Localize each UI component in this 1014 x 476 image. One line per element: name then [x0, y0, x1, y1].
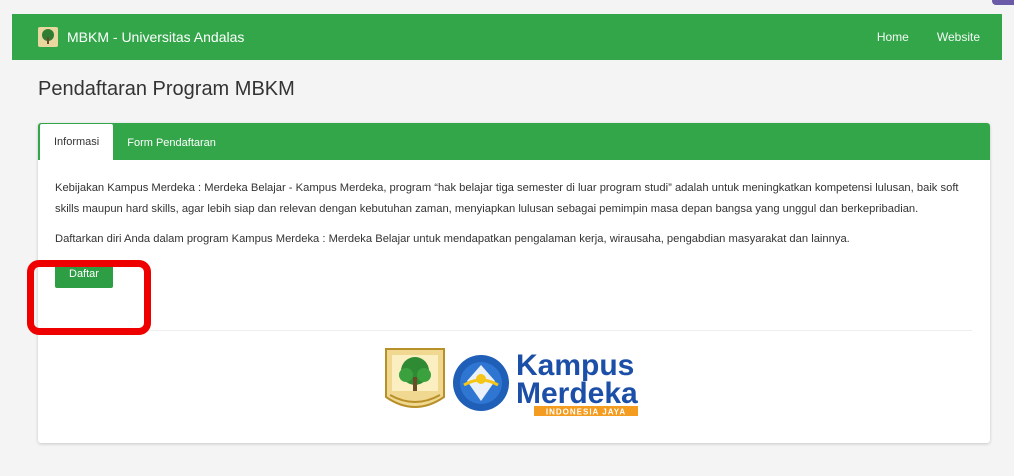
university-logo-icon	[37, 26, 59, 48]
corner-accent	[992, 0, 1014, 5]
merdeka-wordmark: Merdeka	[516, 377, 638, 410]
nav-home-link[interactable]: Home	[877, 30, 909, 44]
card-body: Kebijakan Kampus Merdeka : Merdeka Belaj…	[38, 160, 990, 288]
tab-bar: Informasi Form Pendaftaran	[38, 123, 990, 160]
unand-shield-icon	[385, 348, 445, 408]
divider	[56, 330, 972, 331]
indonesia-jaya-tagline: INDONESIA JAYA	[546, 408, 626, 417]
tut-wuri-emblem-icon	[453, 355, 509, 411]
tab-form-pendaftaran[interactable]: Form Pendaftaran	[113, 126, 230, 160]
navbar: MBKM - Universitas Andalas Home Website	[12, 14, 1002, 60]
brand-title[interactable]: MBKM - Universitas Andalas	[67, 29, 244, 45]
info-paragraph: Kebijakan Kampus Merdeka : Merdeka Belaj…	[55, 182, 959, 215]
page-title: Pendaftaran Program MBKM	[38, 78, 295, 100]
nav-website-link[interactable]: Website	[937, 30, 980, 44]
tab-informasi[interactable]: Informasi	[40, 124, 114, 160]
register-invitation-text: Daftarkan diri Anda dalam program Kampus…	[55, 233, 850, 245]
logo-graphics: Kampus Merdeka INDONESIA JAYA	[385, 348, 638, 417]
top-strip	[0, 0, 1014, 8]
logo-group: Kampus Merdeka INDONESIA JAYA	[384, 345, 654, 417]
highlight-box	[27, 260, 151, 335]
